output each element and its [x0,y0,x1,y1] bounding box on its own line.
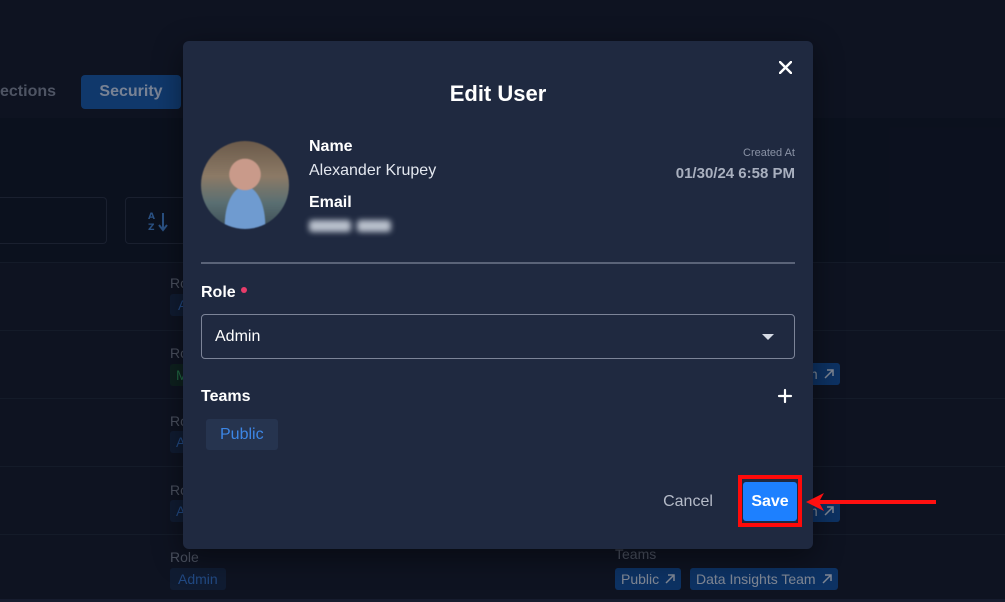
name-value: Alexander Krupey [309,162,436,180]
role-label: Role [201,284,236,302]
edit-user-dialog: Edit User Name Alexander Krupey Email Cr… [183,41,813,549]
plus-icon [777,388,793,404]
divider [201,262,795,264]
annotation-arrow-icon [806,492,938,512]
save-button[interactable]: Save [743,482,797,521]
dialog-title: Edit User [183,81,813,107]
created-at-value: 01/30/24 6:58 PM [676,165,795,182]
email-value-redacted [309,217,404,235]
role-select[interactable]: Admin [201,314,795,359]
role-select-value: Admin [215,328,260,346]
cancel-button[interactable]: Cancel [653,485,723,519]
email-label: Email [309,194,352,212]
add-team-button[interactable] [777,388,793,404]
required-indicator [241,287,247,293]
close-icon [779,61,792,74]
created-at-label: Created At [743,147,795,159]
name-label: Name [309,138,353,156]
chevron-down-icon [762,334,774,340]
team-chip-public[interactable]: Public [206,419,278,450]
close-button[interactable] [775,57,795,77]
avatar [201,141,289,229]
teams-label: Teams [201,388,251,406]
